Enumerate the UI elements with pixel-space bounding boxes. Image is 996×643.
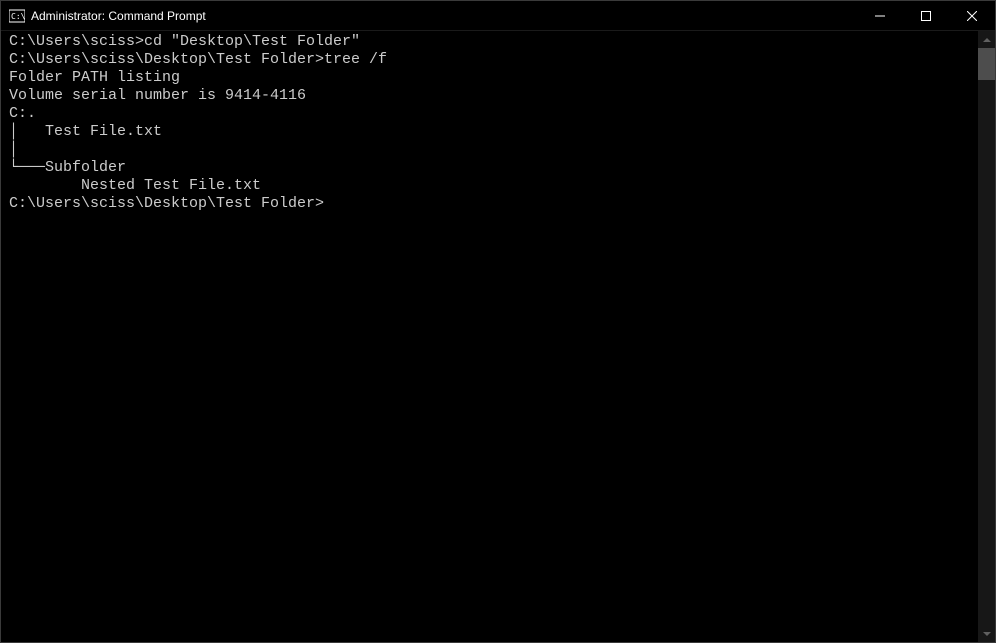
terminal-content[interactable]: C:\Users\sciss>cd "Desktop\Test Folder"C… — [1, 31, 978, 642]
vertical-scrollbar[interactable] — [978, 31, 995, 642]
terminal-line: C:\Users\sciss>cd "Desktop\Test Folder" — [9, 33, 970, 51]
terminal-wrapper: C:\Users\sciss>cd "Desktop\Test Folder"C… — [1, 31, 995, 642]
close-button[interactable] — [949, 1, 995, 30]
terminal-line: C:. — [9, 105, 970, 123]
scroll-track[interactable] — [978, 48, 995, 625]
svg-text:C:\: C:\ — [11, 12, 25, 21]
titlebar-left: C:\ Administrator: Command Prompt — [1, 8, 206, 24]
scroll-up-arrow-icon[interactable] — [978, 31, 995, 48]
window-controls — [857, 1, 995, 30]
maximize-button[interactable] — [903, 1, 949, 30]
titlebar[interactable]: C:\ Administrator: Command Prompt — [1, 1, 995, 31]
terminal-line: └───Subfolder — [9, 159, 970, 177]
terminal-line: C:\Users\sciss\Desktop\Test Folder>tree … — [9, 51, 970, 69]
terminal-line: Volume serial number is 9414-4116 — [9, 87, 970, 105]
window-title: Administrator: Command Prompt — [31, 9, 206, 23]
terminal-line: Nested Test File.txt — [9, 177, 970, 195]
minimize-button[interactable] — [857, 1, 903, 30]
terminal-line: Folder PATH listing — [9, 69, 970, 87]
terminal-line: │ — [9, 141, 970, 159]
terminal-line: C:\Users\sciss\Desktop\Test Folder> — [9, 195, 970, 213]
cmd-icon: C:\ — [9, 8, 25, 24]
terminal-line: │ Test File.txt — [9, 123, 970, 141]
scroll-thumb[interactable] — [978, 48, 995, 80]
scroll-down-arrow-icon[interactable] — [978, 625, 995, 642]
command-prompt-window: C:\ Administrator: Command Prompt — [0, 0, 996, 643]
